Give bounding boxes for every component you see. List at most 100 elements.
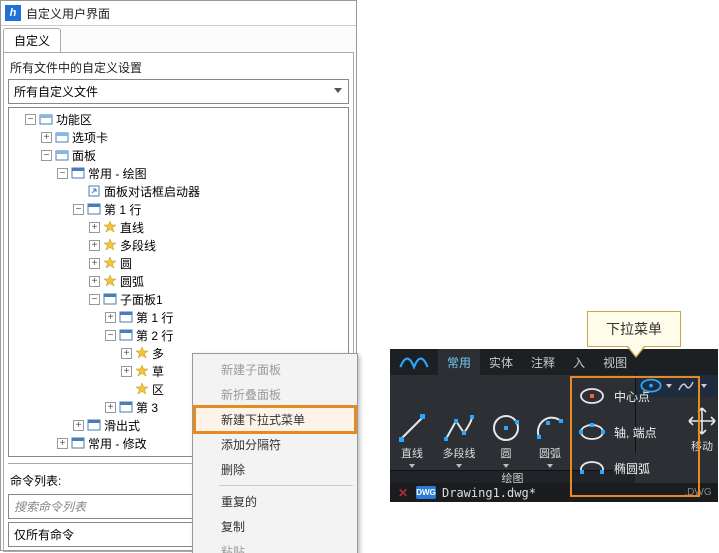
star-icon — [135, 346, 149, 360]
arc-icon — [533, 411, 567, 445]
expander-icon[interactable]: + — [105, 402, 116, 413]
document-name: Drawing1.dwg* — [442, 486, 536, 500]
ellipse-arc-icon — [578, 454, 606, 482]
flyout-item-axis-end[interactable]: 轴, 端点 — [572, 414, 698, 450]
tree-node[interactable]: 直线 — [120, 219, 144, 236]
expander-icon[interactable]: + — [121, 348, 132, 359]
expander-icon[interactable]: − — [73, 204, 84, 215]
tool-polyline[interactable]: 多段线 — [434, 375, 484, 470]
row-icon — [119, 400, 133, 414]
tool-label: 多段线 — [443, 448, 476, 460]
expander-icon[interactable]: + — [89, 258, 100, 269]
tree-node[interactable]: 第 1 行 — [104, 201, 141, 218]
flyout-menu: 中心点 轴, 端点 椭圆弧 — [570, 376, 700, 497]
line-icon — [395, 411, 429, 445]
tree-node[interactable]: 多 — [152, 345, 164, 362]
circle-icon — [489, 411, 523, 445]
expander-icon[interactable]: + — [105, 312, 116, 323]
file-dropdown[interactable]: 所有自定义文件 — [8, 79, 349, 104]
row-icon — [87, 202, 101, 216]
expander-icon[interactable]: + — [89, 222, 100, 233]
chevron-down-icon — [503, 464, 509, 468]
ctx-new-fold-panel[interactable]: 新折叠面板 — [195, 382, 355, 407]
tree-node[interactable]: 草 — [152, 363, 164, 380]
ribbon-tabs: 常用 实体 注释 入 视图 — [390, 349, 718, 375]
expander-icon[interactable]: + — [89, 240, 100, 251]
tree-node[interactable]: 功能区 — [56, 111, 92, 128]
ctx-copy[interactable]: 复制 — [195, 514, 355, 539]
tool-label: 圆 — [501, 448, 512, 460]
chevron-down-icon — [547, 464, 553, 468]
expander-icon[interactable]: − — [25, 114, 36, 125]
chevron-down-icon — [409, 464, 415, 468]
tool-arc[interactable]: 圆弧 — [528, 375, 572, 470]
flyout-label: 椭圆弧 — [614, 460, 650, 477]
chevron-down-icon — [456, 464, 462, 468]
expander-icon[interactable]: + — [41, 132, 52, 143]
panel-icon — [71, 166, 85, 180]
callout-tooltip: 下拉菜单 — [587, 311, 681, 347]
titlebar: h 自定义用户界面 — [1, 1, 356, 26]
expander-icon[interactable]: + — [57, 438, 68, 449]
ribbon-tab-solid[interactable]: 实体 — [480, 349, 522, 375]
tree-node[interactable]: 选项卡 — [72, 129, 108, 146]
launcher-icon — [87, 184, 101, 198]
folder-icon — [55, 130, 69, 144]
close-icon[interactable]: ✕ — [396, 486, 410, 500]
ctx-duplicate[interactable]: 重复的 — [195, 489, 355, 514]
star-icon — [103, 256, 117, 270]
tree-node[interactable]: 面板对话框启动器 — [104, 183, 200, 200]
ctx-paste[interactable]: 粘贴 — [195, 539, 355, 553]
expander-icon[interactable]: − — [105, 330, 116, 341]
polyline-icon — [442, 411, 476, 445]
panel-icon — [71, 436, 85, 450]
tree-node[interactable]: 常用 - 绘图 — [88, 165, 147, 182]
flyout-label: 轴, 端点 — [614, 424, 657, 441]
ribbon-tab-common[interactable]: 常用 — [438, 349, 480, 375]
flyout-label: 中心点 — [614, 388, 650, 405]
tree-node[interactable]: 面板 — [72, 147, 96, 164]
tool-circle[interactable]: 圆 — [484, 375, 528, 470]
tree-node[interactable]: 常用 - 修改 — [88, 435, 147, 452]
tree-node[interactable]: 第 3 — [136, 399, 158, 416]
tree-node[interactable]: 第 2 行 — [136, 327, 173, 344]
slideout-icon — [87, 418, 101, 432]
window-title: 自定义用户界面 — [26, 5, 110, 22]
expander-icon[interactable]: − — [89, 294, 100, 305]
tree-node[interactable]: 区 — [152, 381, 164, 398]
tree-node[interactable]: 滑出式 — [104, 417, 140, 434]
ctx-new-subpanel[interactable]: 新建子面板 — [195, 357, 355, 382]
star-icon — [135, 382, 149, 396]
folder-icon — [39, 112, 53, 126]
tabstrip: 自定义 — [1, 26, 356, 52]
context-menu: 新建子面板 新折叠面板 新建下拉式菜单 添加分隔符 删除 重复的 复制 粘贴 — [192, 353, 358, 553]
expander-icon[interactable]: + — [121, 366, 132, 377]
star-icon — [103, 274, 117, 288]
tool-line[interactable]: 直线 — [390, 375, 434, 470]
dwg-badge-icon: DWG — [416, 486, 436, 499]
tree-node[interactable]: 子面板1 — [120, 291, 163, 308]
expander-icon[interactable]: + — [73, 420, 84, 431]
ctx-add-separator[interactable]: 添加分隔符 — [195, 432, 355, 457]
star-icon — [103, 220, 117, 234]
row-icon — [119, 310, 133, 324]
expander-icon[interactable]: − — [57, 168, 68, 179]
tool-label: 直线 — [401, 448, 423, 460]
tree-node[interactable]: 多段线 — [120, 237, 156, 254]
section-label: 所有文件中的自定义设置 — [8, 57, 349, 76]
tab-customize[interactable]: 自定义 — [3, 28, 61, 52]
tree-node[interactable]: 第 1 行 — [136, 309, 173, 326]
tree-node[interactable]: 圆弧 — [120, 273, 144, 290]
ctx-new-dropdown-menu[interactable]: 新建下拉式菜单 — [195, 407, 355, 432]
ribbon-tab-annot[interactable]: 注释 — [522, 349, 564, 375]
expander-icon[interactable]: + — [89, 276, 100, 287]
flyout-item-ellipse-arc[interactable]: 椭圆弧 — [572, 450, 698, 486]
flyout-item-center[interactable]: 中心点 — [572, 378, 698, 414]
expander-icon[interactable]: − — [41, 150, 52, 161]
row-icon — [119, 328, 133, 342]
ribbon-tab-insert[interactable]: 入 — [564, 349, 594, 375]
tree-node[interactable]: 圆 — [120, 255, 132, 272]
folder-icon — [55, 148, 69, 162]
ctx-delete[interactable]: 删除 — [195, 457, 355, 482]
ellipse-center-icon — [578, 382, 606, 410]
